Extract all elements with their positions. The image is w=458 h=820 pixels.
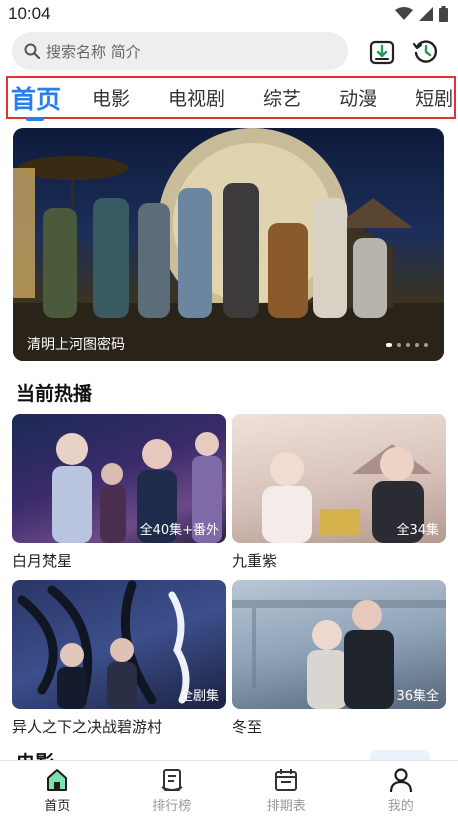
bottom-nav: 首页 排行榜 排期表 我的: [0, 760, 458, 820]
download-icon: [369, 40, 395, 65]
status-bar: 10:04: [0, 0, 458, 28]
section-title-now-playing: 当前热播: [16, 383, 93, 405]
show-card[interactable]: 36集全 冬至: [232, 580, 446, 737]
nav-schedule[interactable]: 排期表: [229, 761, 344, 820]
signal-icon: [419, 7, 433, 21]
show-poster: 全40集+番外: [12, 414, 226, 543]
nav-home[interactable]: 首页: [0, 761, 115, 820]
ranking-icon: [161, 769, 183, 791]
status-icons: [395, 6, 448, 22]
nav-profile[interactable]: 我的: [344, 761, 458, 820]
show-title: 异人之下之决战碧游村: [12, 718, 163, 736]
search-placeholder: 搜索名称 简介: [46, 42, 141, 61]
calendar-icon: [275, 769, 298, 791]
episode-badge: 全40集+番外: [139, 523, 219, 538]
banner-dot[interactable]: [415, 343, 419, 347]
episode-badge: 全34集: [396, 523, 439, 538]
category-tabs: 首页 电影 电视剧 综艺 动漫 短剧: [6, 76, 456, 119]
show-poster: 36集全: [232, 580, 446, 709]
show-title: 冬至: [232, 718, 263, 736]
show-card[interactable]: 全40集+番外 白月梵星: [12, 414, 226, 571]
download-button[interactable]: [366, 36, 398, 68]
episode-badge: 全剧集: [179, 689, 219, 704]
featured-banner[interactable]: 清明上河图密码: [13, 128, 444, 361]
nav-label: 我的: [387, 799, 414, 814]
banner-dot[interactable]: [424, 343, 428, 347]
tab-indicator: [26, 117, 44, 121]
episode-badge: 36集全: [396, 689, 439, 704]
tab-movies[interactable]: 电影: [92, 84, 130, 111]
top-bar: 搜索名称 简介: [0, 32, 458, 72]
history-icon: [412, 40, 438, 63]
nav-label: 首页: [44, 799, 71, 814]
banner-dot[interactable]: [386, 343, 392, 347]
banner-dot[interactable]: [406, 343, 410, 347]
wifi-icon: [395, 7, 413, 20]
nav-label: 排期表: [266, 799, 306, 814]
tab-anime[interactable]: 动漫: [339, 84, 377, 111]
profile-icon: [389, 768, 412, 793]
banner-dot[interactable]: [397, 343, 401, 347]
show-title: 白月梵星: [12, 552, 73, 570]
show-title: 九重紫: [232, 552, 278, 570]
status-time: 10:04: [8, 4, 51, 23]
search-icon: [24, 43, 40, 59]
tab-home[interactable]: 首页: [11, 80, 61, 116]
nav-ranking[interactable]: 排行榜: [115, 761, 230, 820]
show-poster: 全34集: [232, 414, 446, 543]
home-icon: [47, 769, 68, 791]
nav-label: 排行榜: [152, 799, 192, 814]
tab-variety[interactable]: 综艺: [263, 84, 301, 111]
tab-tv-series[interactable]: 电视剧: [168, 84, 225, 111]
show-card[interactable]: 全34集 九重紫: [232, 414, 446, 571]
search-input[interactable]: 搜索名称 简介: [12, 32, 348, 70]
show-poster: 全剧集: [12, 580, 226, 709]
show-card[interactable]: 全剧集 异人之下之决战碧游村: [12, 580, 226, 737]
banner-pagination: [386, 343, 428, 347]
banner-artwork: [13, 128, 444, 361]
tab-short-drama[interactable]: 短剧: [415, 84, 453, 111]
history-button[interactable]: [410, 36, 442, 68]
battery-icon: [439, 6, 448, 22]
banner-caption: 清明上河图密码: [27, 337, 125, 353]
